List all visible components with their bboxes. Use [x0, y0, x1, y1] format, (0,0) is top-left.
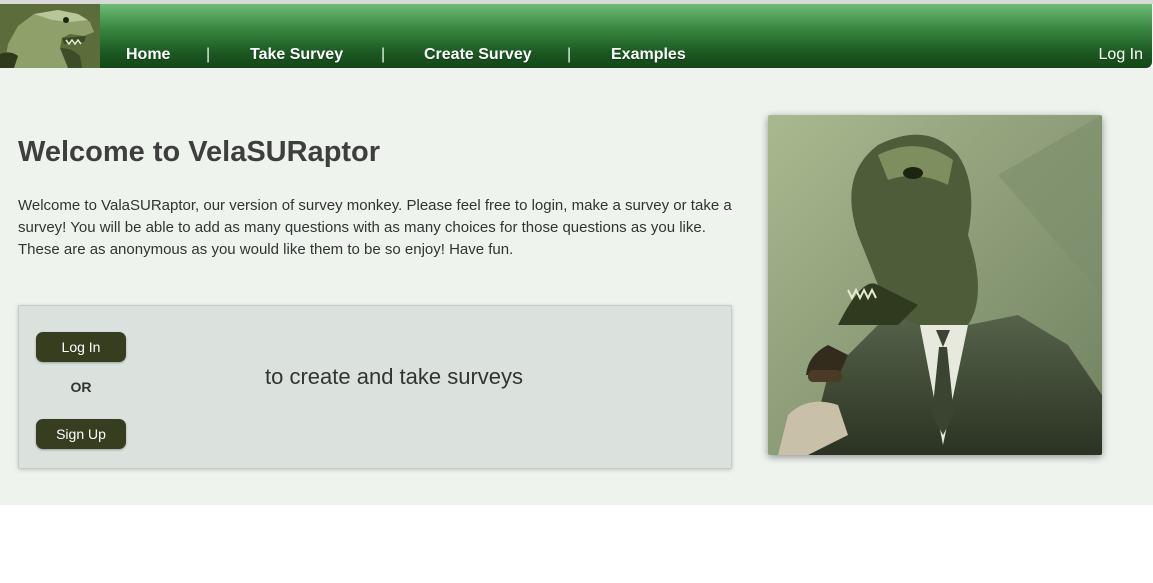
or-label: OR [70, 379, 92, 395]
login-button[interactable]: Log In [36, 332, 126, 362]
nav-separator: | [381, 46, 386, 63]
nav-login-link[interactable]: Log In [1099, 46, 1143, 64]
intro-paragraph: Welcome to ValaSURaptor, our version of … [18, 197, 732, 258]
nav-create-survey-link[interactable]: Create Survey [424, 46, 532, 64]
raptor-logo-icon[interactable] [0, 4, 100, 68]
nav-separator: | [206, 46, 211, 63]
page-title: Welcome to VelaSURaptor [18, 136, 381, 168]
signup-button[interactable]: Sign Up [36, 419, 126, 449]
auth-caption: to create and take surveys [265, 364, 524, 389]
auth-box: Log In OR Sign Up to create and take sur… [18, 305, 732, 469]
nav-examples-link[interactable]: Examples [611, 46, 686, 64]
nav-separator: | [567, 46, 572, 63]
top-navbar [0, 4, 1152, 68]
nav-home-link[interactable]: Home [126, 46, 170, 64]
nav-take-survey-link[interactable]: Take Survey [250, 46, 343, 64]
raptor-in-suit-photo [768, 115, 1102, 455]
